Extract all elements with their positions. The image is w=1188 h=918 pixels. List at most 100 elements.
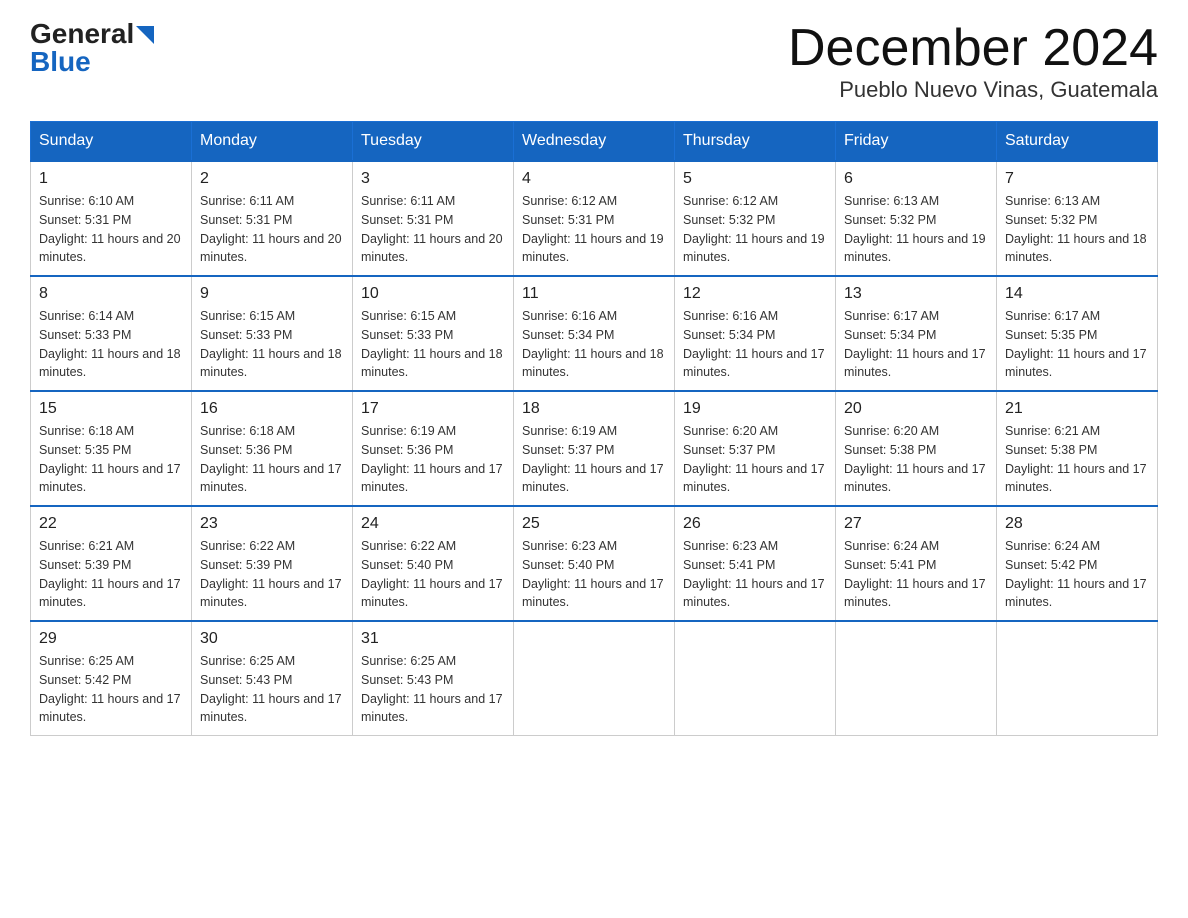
day-number: 29 bbox=[39, 630, 183, 648]
day-number: 23 bbox=[200, 515, 344, 533]
week-row-1: 1 Sunrise: 6:10 AMSunset: 5:31 PMDayligh… bbox=[31, 161, 1158, 276]
day-cell: 15 Sunrise: 6:18 AMSunset: 5:35 PMDaylig… bbox=[31, 391, 192, 506]
day-number: 30 bbox=[200, 630, 344, 648]
day-cell: 18 Sunrise: 6:19 AMSunset: 5:37 PMDaylig… bbox=[514, 391, 675, 506]
day-detail: Sunrise: 6:14 AMSunset: 5:33 PMDaylight:… bbox=[39, 307, 183, 382]
day-detail: Sunrise: 6:17 AMSunset: 5:34 PMDaylight:… bbox=[844, 307, 988, 382]
calendar-subtitle: Pueblo Nuevo Vinas, Guatemala bbox=[788, 77, 1158, 103]
day-number: 10 bbox=[361, 285, 505, 303]
header-row: SundayMondayTuesdayWednesdayThursdayFrid… bbox=[31, 122, 1158, 162]
day-number: 12 bbox=[683, 285, 827, 303]
day-number: 6 bbox=[844, 170, 988, 188]
day-detail: Sunrise: 6:17 AMSunset: 5:35 PMDaylight:… bbox=[1005, 307, 1149, 382]
day-number: 11 bbox=[522, 285, 666, 303]
day-detail: Sunrise: 6:24 AMSunset: 5:42 PMDaylight:… bbox=[1005, 537, 1149, 612]
page-header: General Blue December 2024 Pueblo Nuevo … bbox=[30, 20, 1158, 103]
calendar-body: 1 Sunrise: 6:10 AMSunset: 5:31 PMDayligh… bbox=[31, 161, 1158, 736]
logo-general: General bbox=[30, 20, 134, 48]
day-number: 15 bbox=[39, 400, 183, 418]
week-row-2: 8 Sunrise: 6:14 AMSunset: 5:33 PMDayligh… bbox=[31, 276, 1158, 391]
day-detail: Sunrise: 6:20 AMSunset: 5:38 PMDaylight:… bbox=[844, 422, 988, 497]
day-cell: 28 Sunrise: 6:24 AMSunset: 5:42 PMDaylig… bbox=[997, 506, 1158, 621]
day-number: 3 bbox=[361, 170, 505, 188]
day-detail: Sunrise: 6:21 AMSunset: 5:38 PMDaylight:… bbox=[1005, 422, 1149, 497]
day-cell: 21 Sunrise: 6:21 AMSunset: 5:38 PMDaylig… bbox=[997, 391, 1158, 506]
day-cell bbox=[836, 621, 997, 736]
day-cell: 1 Sunrise: 6:10 AMSunset: 5:31 PMDayligh… bbox=[31, 161, 192, 276]
day-detail: Sunrise: 6:10 AMSunset: 5:31 PMDaylight:… bbox=[39, 192, 183, 267]
day-cell: 25 Sunrise: 6:23 AMSunset: 5:40 PMDaylig… bbox=[514, 506, 675, 621]
day-detail: Sunrise: 6:16 AMSunset: 5:34 PMDaylight:… bbox=[683, 307, 827, 382]
day-detail: Sunrise: 6:15 AMSunset: 5:33 PMDaylight:… bbox=[361, 307, 505, 382]
title-block: December 2024 Pueblo Nuevo Vinas, Guatem… bbox=[788, 20, 1158, 103]
day-cell: 2 Sunrise: 6:11 AMSunset: 5:31 PMDayligh… bbox=[192, 161, 353, 276]
day-number: 25 bbox=[522, 515, 666, 533]
day-detail: Sunrise: 6:25 AMSunset: 5:43 PMDaylight:… bbox=[361, 652, 505, 727]
header-friday: Friday bbox=[836, 122, 997, 162]
day-number: 8 bbox=[39, 285, 183, 303]
day-detail: Sunrise: 6:23 AMSunset: 5:40 PMDaylight:… bbox=[522, 537, 666, 612]
day-number: 16 bbox=[200, 400, 344, 418]
day-cell: 11 Sunrise: 6:16 AMSunset: 5:34 PMDaylig… bbox=[514, 276, 675, 391]
day-cell: 22 Sunrise: 6:21 AMSunset: 5:39 PMDaylig… bbox=[31, 506, 192, 621]
day-cell: 8 Sunrise: 6:14 AMSunset: 5:33 PMDayligh… bbox=[31, 276, 192, 391]
day-detail: Sunrise: 6:12 AMSunset: 5:31 PMDaylight:… bbox=[522, 192, 666, 267]
day-cell: 31 Sunrise: 6:25 AMSunset: 5:43 PMDaylig… bbox=[353, 621, 514, 736]
day-detail: Sunrise: 6:12 AMSunset: 5:32 PMDaylight:… bbox=[683, 192, 827, 267]
day-cell: 6 Sunrise: 6:13 AMSunset: 5:32 PMDayligh… bbox=[836, 161, 997, 276]
day-cell: 19 Sunrise: 6:20 AMSunset: 5:37 PMDaylig… bbox=[675, 391, 836, 506]
day-number: 13 bbox=[844, 285, 988, 303]
day-number: 21 bbox=[1005, 400, 1149, 418]
day-cell: 30 Sunrise: 6:25 AMSunset: 5:43 PMDaylig… bbox=[192, 621, 353, 736]
day-cell: 4 Sunrise: 6:12 AMSunset: 5:31 PMDayligh… bbox=[514, 161, 675, 276]
header-thursday: Thursday bbox=[675, 122, 836, 162]
day-cell: 9 Sunrise: 6:15 AMSunset: 5:33 PMDayligh… bbox=[192, 276, 353, 391]
day-cell: 14 Sunrise: 6:17 AMSunset: 5:35 PMDaylig… bbox=[997, 276, 1158, 391]
logo-blue: Blue bbox=[30, 48, 91, 76]
day-cell bbox=[997, 621, 1158, 736]
day-detail: Sunrise: 6:15 AMSunset: 5:33 PMDaylight:… bbox=[200, 307, 344, 382]
day-detail: Sunrise: 6:25 AMSunset: 5:42 PMDaylight:… bbox=[39, 652, 183, 727]
day-detail: Sunrise: 6:22 AMSunset: 5:39 PMDaylight:… bbox=[200, 537, 344, 612]
day-cell: 12 Sunrise: 6:16 AMSunset: 5:34 PMDaylig… bbox=[675, 276, 836, 391]
day-number: 22 bbox=[39, 515, 183, 533]
day-cell: 3 Sunrise: 6:11 AMSunset: 5:31 PMDayligh… bbox=[353, 161, 514, 276]
day-number: 19 bbox=[683, 400, 827, 418]
day-cell: 17 Sunrise: 6:19 AMSunset: 5:36 PMDaylig… bbox=[353, 391, 514, 506]
day-detail: Sunrise: 6:11 AMSunset: 5:31 PMDaylight:… bbox=[361, 192, 505, 267]
day-detail: Sunrise: 6:18 AMSunset: 5:35 PMDaylight:… bbox=[39, 422, 183, 497]
week-row-5: 29 Sunrise: 6:25 AMSunset: 5:42 PMDaylig… bbox=[31, 621, 1158, 736]
day-cell: 5 Sunrise: 6:12 AMSunset: 5:32 PMDayligh… bbox=[675, 161, 836, 276]
calendar-header: SundayMondayTuesdayWednesdayThursdayFrid… bbox=[31, 122, 1158, 162]
day-cell: 27 Sunrise: 6:24 AMSunset: 5:41 PMDaylig… bbox=[836, 506, 997, 621]
day-number: 5 bbox=[683, 170, 827, 188]
day-detail: Sunrise: 6:19 AMSunset: 5:36 PMDaylight:… bbox=[361, 422, 505, 497]
day-number: 7 bbox=[1005, 170, 1149, 188]
day-cell: 29 Sunrise: 6:25 AMSunset: 5:42 PMDaylig… bbox=[31, 621, 192, 736]
day-detail: Sunrise: 6:18 AMSunset: 5:36 PMDaylight:… bbox=[200, 422, 344, 497]
day-cell bbox=[675, 621, 836, 736]
day-number: 27 bbox=[844, 515, 988, 533]
day-number: 17 bbox=[361, 400, 505, 418]
day-number: 18 bbox=[522, 400, 666, 418]
day-cell: 16 Sunrise: 6:18 AMSunset: 5:36 PMDaylig… bbox=[192, 391, 353, 506]
day-detail: Sunrise: 6:19 AMSunset: 5:37 PMDaylight:… bbox=[522, 422, 666, 497]
day-number: 2 bbox=[200, 170, 344, 188]
day-cell: 26 Sunrise: 6:23 AMSunset: 5:41 PMDaylig… bbox=[675, 506, 836, 621]
header-sunday: Sunday bbox=[31, 122, 192, 162]
day-detail: Sunrise: 6:21 AMSunset: 5:39 PMDaylight:… bbox=[39, 537, 183, 612]
logo-triangle-icon bbox=[136, 26, 154, 44]
day-detail: Sunrise: 6:16 AMSunset: 5:34 PMDaylight:… bbox=[522, 307, 666, 382]
day-detail: Sunrise: 6:13 AMSunset: 5:32 PMDaylight:… bbox=[1005, 192, 1149, 267]
day-number: 28 bbox=[1005, 515, 1149, 533]
day-detail: Sunrise: 6:13 AMSunset: 5:32 PMDaylight:… bbox=[844, 192, 988, 267]
day-detail: Sunrise: 6:23 AMSunset: 5:41 PMDaylight:… bbox=[683, 537, 827, 612]
day-number: 20 bbox=[844, 400, 988, 418]
day-number: 31 bbox=[361, 630, 505, 648]
week-row-4: 22 Sunrise: 6:21 AMSunset: 5:39 PMDaylig… bbox=[31, 506, 1158, 621]
day-number: 1 bbox=[39, 170, 183, 188]
day-detail: Sunrise: 6:25 AMSunset: 5:43 PMDaylight:… bbox=[200, 652, 344, 727]
day-detail: Sunrise: 6:22 AMSunset: 5:40 PMDaylight:… bbox=[361, 537, 505, 612]
header-tuesday: Tuesday bbox=[353, 122, 514, 162]
week-row-3: 15 Sunrise: 6:18 AMSunset: 5:35 PMDaylig… bbox=[31, 391, 1158, 506]
